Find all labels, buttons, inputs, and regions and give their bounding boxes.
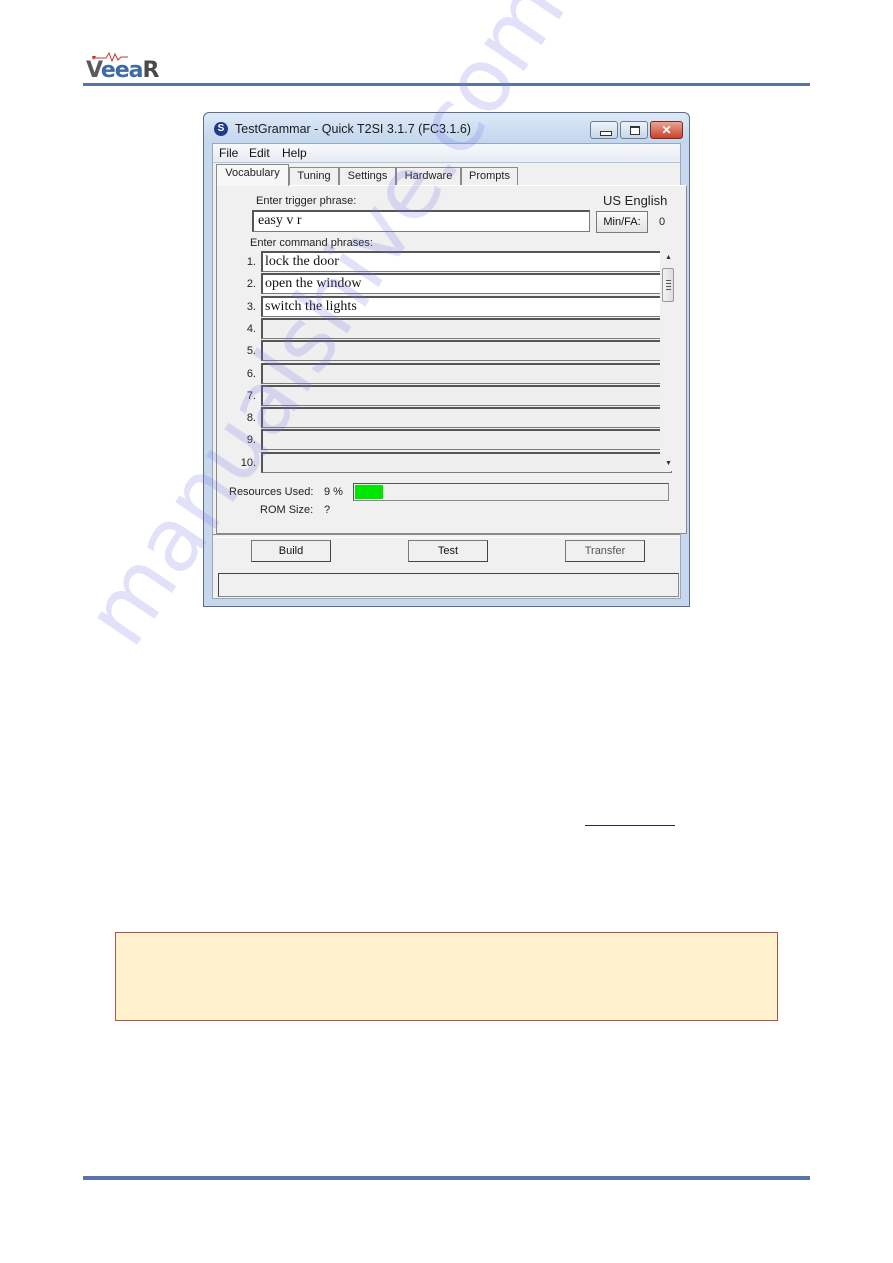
close-icon: ✕ <box>661 123 672 137</box>
tab-settings[interactable]: Settings <box>339 167 396 185</box>
title-bar[interactable]: S TestGrammar - Quick T2SI 3.1.7 (FC3.1.… <box>204 113 689 143</box>
scroll-thumb[interactable] <box>662 268 674 302</box>
window-client: File Edit Help Vocabulary Tuning Setting… <box>212 143 687 599</box>
command-row: 5. <box>229 340 672 362</box>
rom-size-label: ROM Size: <box>260 504 314 516</box>
command-row: 4. <box>229 317 672 340</box>
veear-logo: VeeaR <box>86 52 160 83</box>
command-number: 10. <box>240 456 256 469</box>
menu-bar: File Edit Help <box>213 144 680 163</box>
grip-line <box>666 289 671 290</box>
command-number: 2. <box>246 278 256 291</box>
resources-label: Resources Used: <box>229 486 314 498</box>
command-phrase-input[interactable]: lock the door <box>261 251 672 272</box>
resources-progress-bar <box>353 483 669 501</box>
resources-progress-fill <box>355 485 384 499</box>
command-phrase-input[interactable] <box>261 317 672 339</box>
grip-line <box>666 283 671 284</box>
maximize-button[interactable] <box>620 121 648 139</box>
command-phrase-input[interactable] <box>261 429 672 451</box>
build-button[interactable]: Build <box>251 540 331 562</box>
command-row: 1. lock the door <box>229 251 672 273</box>
command-scrollbar[interactable]: ▲ ▼ <box>660 251 677 471</box>
footer-rule <box>83 1176 810 1180</box>
header-rule <box>83 83 810 86</box>
test-button[interactable]: Test <box>408 540 488 562</box>
command-phrase-input[interactable]: switch the lights <box>261 295 672 317</box>
status-bar <box>218 573 679 597</box>
command-number: 6. <box>246 367 256 380</box>
command-row: 6. <box>229 362 672 385</box>
command-number: 9. <box>246 434 256 447</box>
command-number: 5. <box>246 345 256 358</box>
app-window: S TestGrammar - Quick T2SI 3.1.7 (FC3.1.… <box>203 112 690 607</box>
menu-edit[interactable]: Edit <box>249 146 270 160</box>
scroll-down-icon[interactable]: ▼ <box>660 457 677 471</box>
min-fa-value: 0 <box>659 216 666 228</box>
command-phrase-input[interactable]: open the window <box>261 273 672 295</box>
commands-label: Enter command phrases: <box>250 237 373 249</box>
close-button[interactable]: ✕ <box>650 121 683 139</box>
command-phrase-input[interactable] <box>261 407 672 429</box>
command-number: 8. <box>246 412 256 425</box>
grip-line <box>666 280 671 281</box>
scroll-up-icon[interactable]: ▲ <box>660 251 677 265</box>
logo-v: V <box>86 58 102 83</box>
resources-value: 9 % <box>324 486 343 498</box>
command-number: 4. <box>246 322 256 335</box>
separator <box>213 534 680 538</box>
command-number: 1. <box>246 256 256 268</box>
command-number: 3. <box>246 300 256 313</box>
command-number: 7. <box>246 389 256 402</box>
hyperlink-underline[interactable] <box>585 825 675 826</box>
tab-hardware[interactable]: Hardware <box>396 167 461 185</box>
transfer-button[interactable]: Transfer <box>565 540 645 562</box>
window-title: TestGrammar - Quick T2SI 3.1.7 (FC3.1.6) <box>235 122 471 136</box>
minimize-button[interactable] <box>590 121 618 139</box>
command-row: 2. open the window <box>229 273 672 295</box>
grip-line <box>666 286 671 287</box>
command-phrase-input[interactable] <box>261 451 672 473</box>
command-phrase-input[interactable] <box>261 384 672 406</box>
language-label: US English <box>603 193 668 208</box>
trigger-label: Enter trigger phrase: <box>256 195 357 207</box>
app-icon: S <box>214 122 228 136</box>
trigger-phrase-input[interactable]: easy v r <box>252 210 590 232</box>
command-row: 3. switch the lights <box>229 295 672 318</box>
command-phrase-input[interactable] <box>261 340 672 362</box>
tab-tuning[interactable]: Tuning <box>289 167 339 185</box>
tab-prompts[interactable]: Prompts <box>461 167 518 185</box>
command-row: 9. <box>229 429 672 451</box>
menu-file[interactable]: File <box>219 146 238 160</box>
rom-size-value: ? <box>324 504 331 516</box>
tab-vocabulary[interactable]: Vocabulary <box>216 164 289 186</box>
note-box <box>115 932 778 1021</box>
command-row: 10. <box>229 451 672 474</box>
command-phrase-input[interactable] <box>261 362 672 384</box>
logo-r: R <box>142 58 160 83</box>
menu-help[interactable]: Help <box>282 146 307 160</box>
command-row: 7. <box>229 384 672 407</box>
min-fa-button[interactable]: Min/FA: <box>596 211 648 233</box>
command-row: 8. <box>229 407 672 429</box>
logo-eea: eea <box>100 58 144 83</box>
